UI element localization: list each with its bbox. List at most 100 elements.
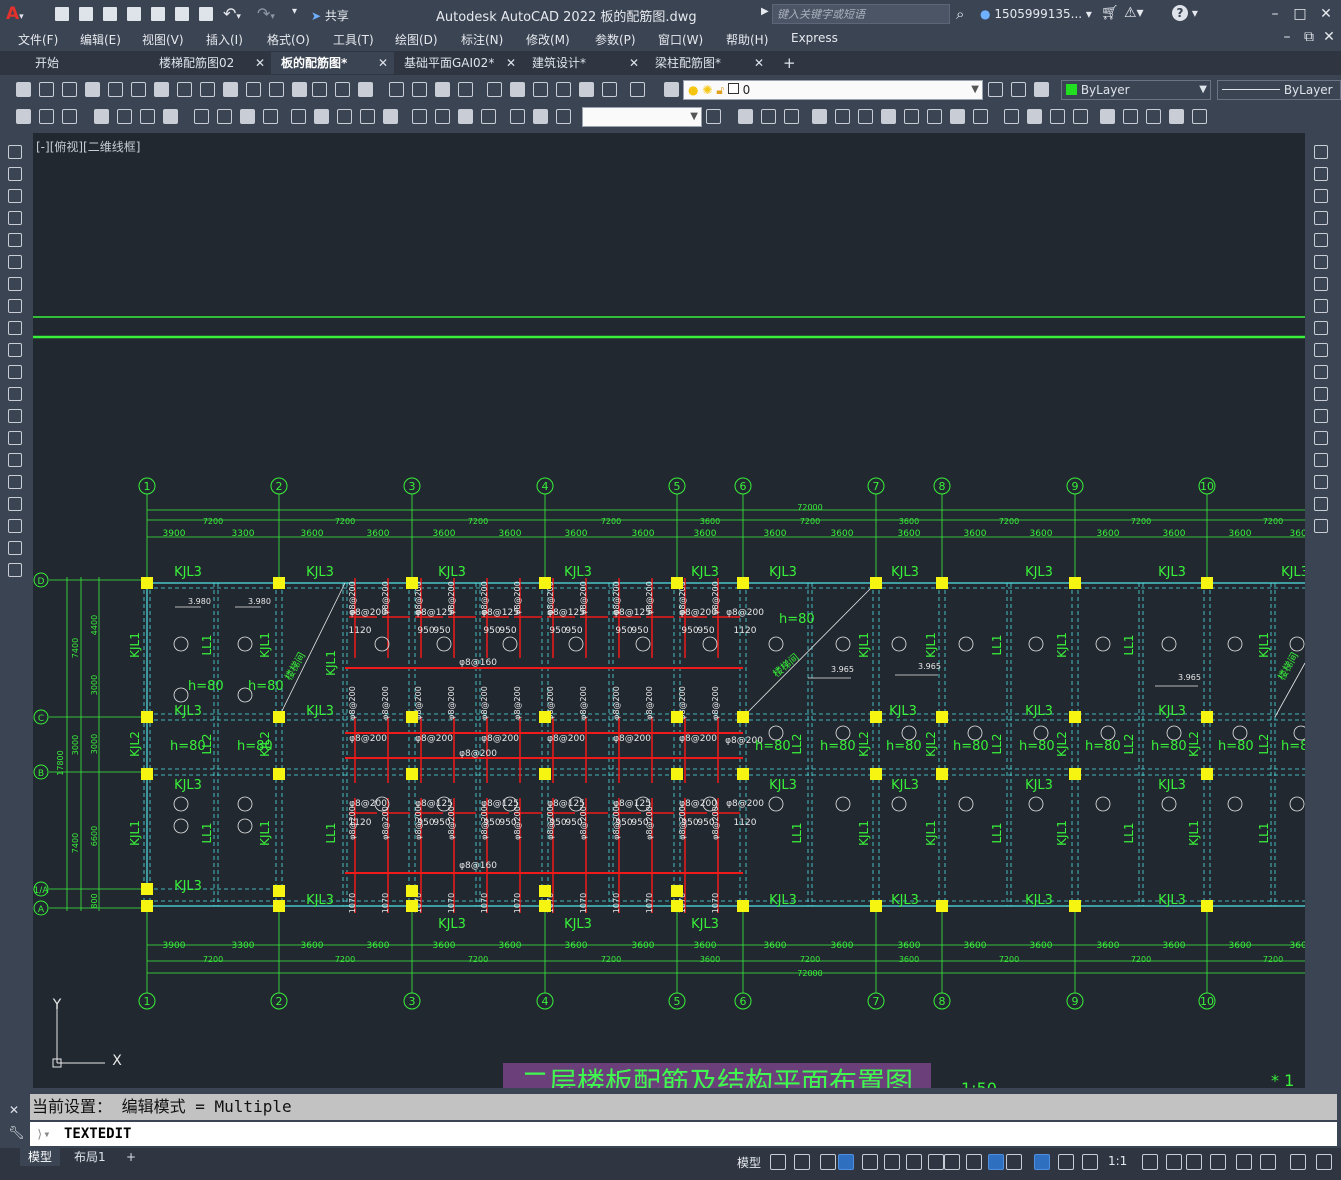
standard-tool-icon[interactable]: [458, 82, 473, 97]
modify-tool-icon[interactable]: [412, 109, 427, 124]
modify-tool-icon[interactable]: [435, 109, 450, 124]
draw-tool-icon[interactable]: [8, 299, 22, 313]
status-toggle-icon[interactable]: [1210, 1154, 1226, 1170]
status-toggle-icon[interactable]: [988, 1154, 1004, 1170]
modify-tool-icon[interactable]: [194, 109, 209, 124]
modify-tool-icon[interactable]: [383, 109, 398, 124]
draw-tool-icon[interactable]: [8, 255, 22, 269]
modify-tool-icon[interactable]: [556, 109, 571, 124]
edit-tool-icon[interactable]: [1314, 497, 1328, 511]
tab-model[interactable]: 模型: [20, 1148, 61, 1166]
modify-tool-icon[interactable]: [117, 109, 132, 124]
status-toggle-icon[interactable]: [1034, 1154, 1050, 1170]
modify-tool-icon[interactable]: [62, 109, 77, 124]
modify-tool-icon[interactable]: [1073, 109, 1088, 124]
modify-tool-icon[interactable]: [510, 109, 525, 124]
modify-tool-icon[interactable]: [39, 109, 54, 124]
redo-icon[interactable]: ↷▾: [257, 4, 275, 23]
modify-tool-icon[interactable]: [337, 109, 352, 124]
draw-tool-icon[interactable]: [8, 387, 22, 401]
edit-tool-icon[interactable]: [1314, 387, 1328, 401]
modify-tool-icon[interactable]: [314, 109, 329, 124]
standard-tool-icon[interactable]: [533, 82, 548, 97]
modify-tool-icon[interactable]: [360, 109, 375, 124]
save-as-icon[interactable]: [127, 7, 141, 21]
draw-tool-icon[interactable]: [8, 365, 22, 379]
customize-qat-icon[interactable]: ▾: [292, 6, 297, 17]
status-toggle-icon[interactable]: [884, 1154, 900, 1170]
linetype-dropdown[interactable]: ByLayer: [1217, 80, 1341, 100]
menu-dimension[interactable]: 标注(N): [461, 31, 503, 48]
menu-express[interactable]: Express: [791, 31, 838, 45]
edit-tool-icon[interactable]: [1314, 255, 1328, 269]
draw-tool-icon[interactable]: [8, 541, 22, 555]
standard-tool-icon[interactable]: [85, 82, 100, 97]
edit-tool-icon[interactable]: [1314, 189, 1328, 203]
tab-architecture[interactable]: 建筑设计* ✕: [522, 52, 645, 74]
status-toggle-icon[interactable]: [1236, 1154, 1252, 1170]
status-toggle-icon[interactable]: [966, 1154, 982, 1170]
menu-window[interactable]: 窗口(W): [658, 31, 703, 48]
tab-beam-column[interactable]: 梁柱配筋图* ✕: [645, 52, 770, 74]
color-dropdown[interactable]: ByLayer ▼: [1061, 80, 1211, 100]
modify-tool-icon[interactable]: [481, 109, 496, 124]
edit-tool-icon[interactable]: [1314, 475, 1328, 489]
layer-dropdown[interactable]: ● ✺ 🔓︎ 0 ▼: [683, 80, 983, 100]
modify-tool-icon[interactable]: [904, 109, 919, 124]
menu-insert[interactable]: 插入(I): [206, 31, 243, 48]
draw-tool-icon[interactable]: [8, 211, 22, 225]
modify-tool-icon[interactable]: [217, 109, 232, 124]
status-toggle-icon[interactable]: [906, 1154, 922, 1170]
status-toggle-icon[interactable]: [1186, 1154, 1202, 1170]
menu-modify[interactable]: 修改(M): [526, 31, 570, 48]
standard-tool-icon[interactable]: [510, 82, 525, 97]
open-file-icon[interactable]: [79, 7, 93, 21]
standard-tool-icon[interactable]: [602, 82, 617, 97]
tab-stair-rebar[interactable]: 楼梯配筋图02 ✕: [149, 52, 271, 74]
help-button[interactable]: ? ▾: [1172, 5, 1198, 21]
standard-tool-icon[interactable]: [435, 82, 450, 97]
standard-tool-icon[interactable]: [358, 82, 373, 97]
user-account-button[interactable]: ● 1505999135... ▾: [980, 7, 1092, 21]
edit-tool-icon[interactable]: [1314, 519, 1328, 533]
cart-icon[interactable]: 🛒︎: [1101, 5, 1119, 21]
maximize-button[interactable]: □: [1289, 4, 1311, 24]
edit-tool-icon[interactable]: [1314, 211, 1328, 225]
draw-tool-icon[interactable]: [8, 233, 22, 247]
modify-tool-icon[interactable]: [291, 109, 306, 124]
menu-parametric[interactable]: 参数(P): [595, 31, 636, 48]
doc-restore-button[interactable]: ⧉: [1298, 27, 1320, 47]
draw-tool-icon[interactable]: [8, 409, 22, 423]
standard-tool-icon[interactable]: [223, 82, 238, 97]
modify-tool-icon[interactable]: [458, 109, 473, 124]
modify-tool-icon[interactable]: [706, 109, 721, 124]
share-button[interactable]: ➤ 共享: [311, 7, 349, 24]
autocad-logo-icon[interactable]: A▾: [6, 4, 28, 24]
menu-format[interactable]: 格式(O): [267, 31, 310, 48]
modify-tool-icon[interactable]: [950, 109, 965, 124]
standard-tool-icon[interactable]: [312, 82, 327, 97]
status-toggle-icon[interactable]: [1058, 1154, 1074, 1170]
menu-help[interactable]: 帮助(H): [726, 31, 768, 48]
status-toggle-icon[interactable]: [1082, 1154, 1098, 1170]
standard-tool-icon[interactable]: [487, 82, 502, 97]
status-toggle-icon[interactable]: [862, 1154, 878, 1170]
status-toggle-icon[interactable]: [944, 1154, 960, 1170]
edit-tool-icon[interactable]: [1314, 233, 1328, 247]
draw-tool-icon[interactable]: [8, 277, 22, 291]
edit-tool-icon[interactable]: [1314, 409, 1328, 423]
modify-tool-icon[interactable]: [784, 109, 799, 124]
modify-tool-icon[interactable]: [881, 109, 896, 124]
standard-tool-icon[interactable]: [412, 82, 427, 97]
minimize-button[interactable]: –: [1264, 4, 1286, 24]
close-icon[interactable]: ✕: [9, 1103, 19, 1117]
status-toggle-icon[interactable]: [1006, 1154, 1022, 1170]
save-web-icon[interactable]: [175, 7, 189, 21]
edit-tool-icon[interactable]: [1314, 453, 1328, 467]
modify-tool-icon[interactable]: [738, 109, 753, 124]
menu-view[interactable]: 视图(V): [142, 31, 184, 48]
standard-tool-icon[interactable]: [39, 82, 54, 97]
doc-close-button[interactable]: ✕: [1318, 27, 1340, 47]
tab-foundation-plan[interactable]: 基础平面GAI02* ✕: [394, 52, 522, 74]
standard-tool-icon[interactable]: [16, 82, 31, 97]
